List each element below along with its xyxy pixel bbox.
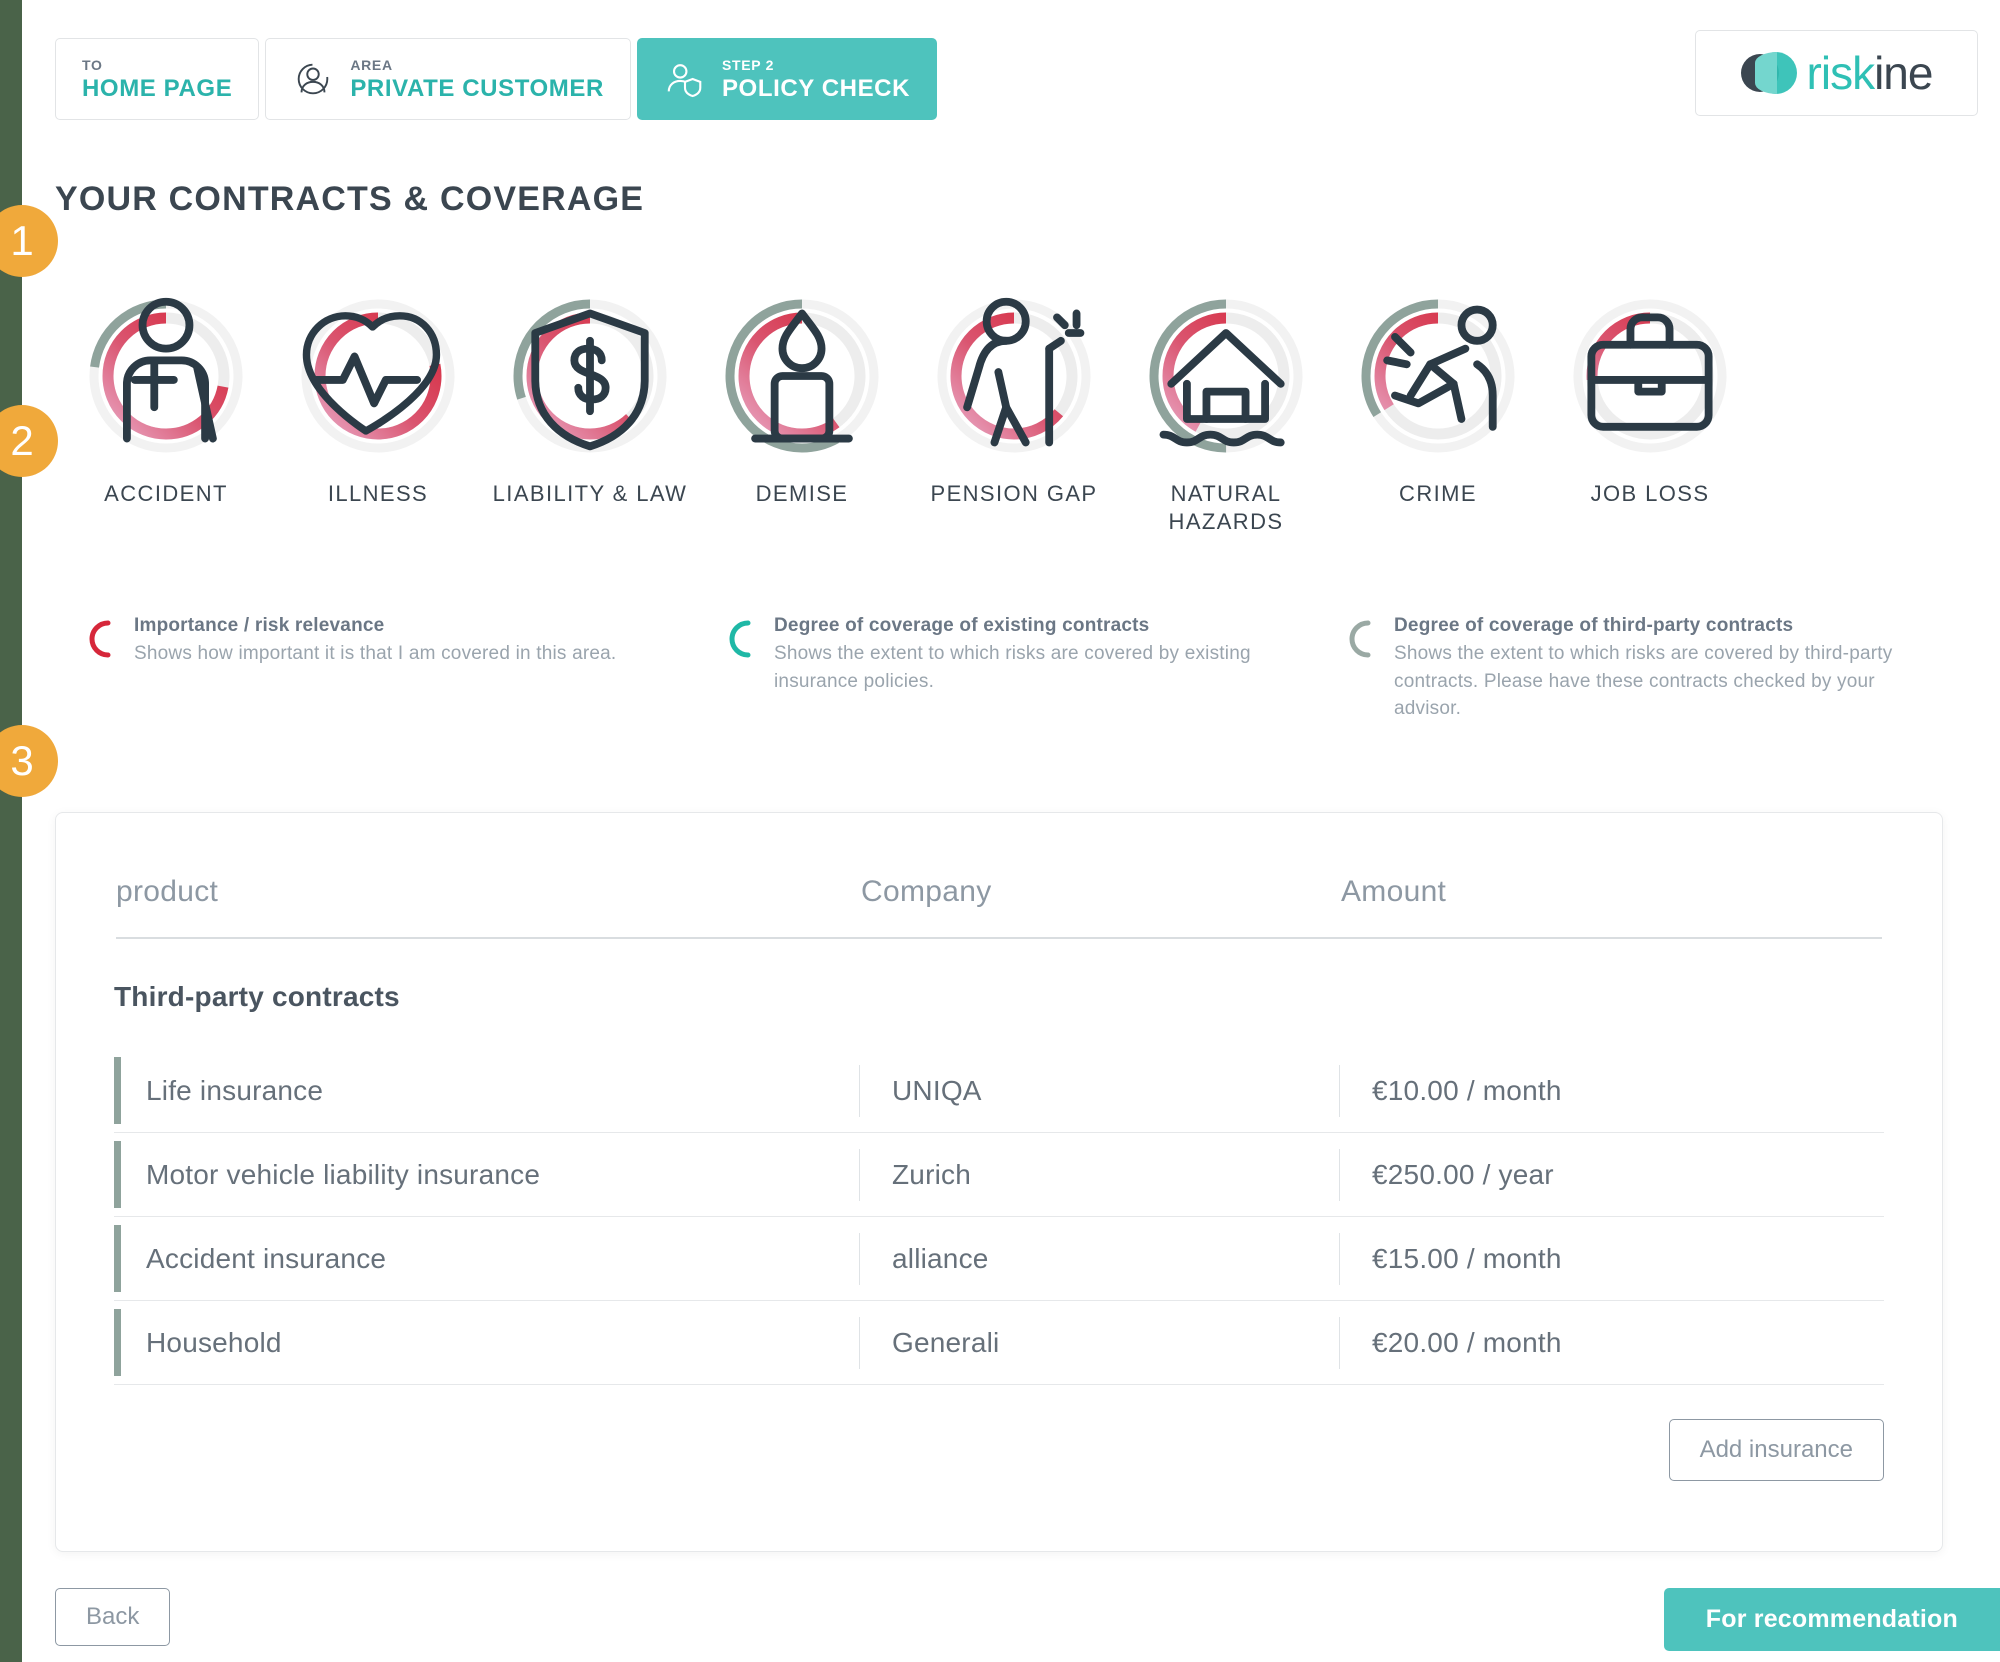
cell-company: Zurich (859, 1148, 1339, 1201)
legend-title: Degree of coverage of third-party contra… (1394, 615, 1794, 636)
table-row[interactable]: Life insurance UNIQA €10.00 / month (114, 1049, 1884, 1133)
gauge-legend: Importance / risk relevance Shows how im… (82, 615, 1962, 723)
shield-paragraph-icon (504, 290, 676, 462)
cell-product: Accident insurance (146, 1242, 387, 1274)
gauge-label: CRIME (1399, 481, 1477, 506)
step-marker-1: 1 (0, 205, 58, 277)
riskine-logo[interactable]: riskine (1695, 30, 1978, 116)
gauge-ring (292, 290, 464, 462)
row-accent-bar (114, 1057, 121, 1124)
risk-gauge-liability-law[interactable]: LIABILITY & LAW (484, 290, 696, 508)
legend-title: Degree of coverage of existing contracts (774, 615, 1150, 636)
cell-company: UNIQA (859, 1064, 1339, 1117)
back-button[interactable]: Back (55, 1588, 171, 1646)
person-icon (292, 58, 334, 100)
gauge-label: NATURAL HAZARDS (1168, 481, 1284, 534)
logo-text-part2: ine (1874, 47, 1933, 99)
gauge-label: DEMISE (755, 481, 849, 506)
gauge-label: ACCIDENT (104, 481, 228, 506)
gauge-label: PENSION GAP (930, 481, 1098, 506)
risk-gauge-illness[interactable]: ILLNESS (272, 290, 484, 508)
breadcrumb-item-policy-check[interactable]: STEP 2 POLICY CHECK (636, 38, 938, 120)
riskine-logo-icon (1740, 50, 1797, 96)
burglar-icon (1352, 290, 1524, 462)
table-row[interactable]: Accident insurance alliance €15.00 / mon… (114, 1217, 1884, 1301)
gauge-label: ILLNESS (327, 481, 429, 506)
cell-product: Household (146, 1326, 282, 1358)
gauge-ring (1352, 290, 1524, 462)
gauge-label: JOB LOSS (1590, 481, 1710, 506)
logo-text-part1: risk (1806, 47, 1876, 99)
breadcrumb-main-label: POLICY CHECK (721, 74, 911, 102)
cell-amount: €10.00 / month (1339, 1064, 1884, 1117)
breadcrumb: TO HOME PAGE AREA PRIVATE CUSTOMER STEP … (55, 38, 943, 120)
legend-title: Importance / risk relevance (134, 615, 385, 636)
risk-gauge-demise[interactable]: DEMISE (696, 290, 908, 508)
step-marker-2: 2 (0, 405, 58, 477)
flooded-house-icon (1140, 290, 1312, 462)
risk-gauge-natural-hazards[interactable]: NATURAL HAZARDS (1120, 290, 1332, 535)
column-header-amount: Amount (1341, 875, 1447, 908)
cell-company: Generali (859, 1316, 1339, 1369)
step-marker-3: 3 (0, 725, 58, 797)
table-row[interactable]: Household Generali €20.00 / month (114, 1301, 1884, 1385)
contracts-card: product Company Amount Third-party contr… (55, 812, 1943, 1552)
risk-gauge-job-loss[interactable]: JOB LOSS (1544, 290, 1756, 508)
breadcrumb-item-private-customer[interactable]: AREA PRIVATE CUSTOMER (265, 38, 631, 120)
legend-item-existing-coverage: Degree of coverage of existing contracts… (722, 615, 1342, 723)
risk-gauge-row: ACCIDENT ILLNESS LIABILITY & LAW DEMISE … (60, 290, 1960, 535)
gauge-ring (504, 290, 676, 462)
cell-amount: €15.00 / month (1339, 1232, 1884, 1285)
risk-gauge-pension-gap[interactable]: PENSION GAP (908, 290, 1120, 508)
risk-gauge-accident[interactable]: ACCIDENT (60, 290, 272, 508)
breadcrumb-sub-label: TO (82, 56, 103, 73)
add-insurance-button[interactable]: Add insurance (1668, 1419, 1884, 1481)
gauge-label: LIABILITY & LAW (492, 481, 688, 506)
table-row[interactable]: Motor vehicle liability insurance Zurich… (114, 1133, 1884, 1217)
legend-item-importance: Importance / risk relevance Shows how im… (82, 615, 722, 723)
arc-red-icon (82, 617, 116, 666)
legend-description: Shows the extent to which risks are cove… (1394, 643, 1893, 720)
person-injured-icon (80, 290, 252, 462)
table-header-row: product Company Amount (56, 813, 1942, 909)
gauge-ring (80, 290, 252, 462)
gauge-ring (928, 290, 1100, 462)
breadcrumb-main-label: HOME PAGE (82, 74, 233, 102)
for-recommendation-button[interactable]: For recommendation (1663, 1588, 2000, 1651)
legend-description: Shows the extent to which risks are cove… (774, 643, 1251, 692)
risk-gauge-crime[interactable]: CRIME (1332, 290, 1544, 508)
cell-product: Motor vehicle liability insurance (146, 1158, 541, 1190)
gauge-ring (716, 290, 888, 462)
contracts-table-body: Life insurance UNIQA €10.00 / month Moto… (114, 1049, 1884, 1385)
cell-product: Life insurance (146, 1074, 324, 1106)
row-accent-bar (114, 1225, 121, 1292)
heart-pulse-icon (292, 290, 464, 462)
breadcrumb-sub-label: AREA (350, 56, 393, 73)
arc-gray-icon (1342, 617, 1376, 666)
breadcrumb-item-home-page[interactable]: TO HOME PAGE (55, 38, 260, 120)
candle-icon (716, 290, 888, 462)
row-accent-bar (114, 1141, 121, 1208)
gauge-ring (1140, 290, 1312, 462)
legend-item-third-party-coverage: Degree of coverage of third-party contra… (1342, 615, 1902, 723)
elderly-person-icon (928, 290, 1100, 462)
legend-description: Shows how important it is that I am cove… (134, 643, 617, 664)
person-shield-icon (664, 58, 706, 100)
breadcrumb-sub-label: STEP 2 (721, 56, 775, 73)
cell-company: alliance (859, 1232, 1339, 1285)
column-header-product: product (116, 875, 219, 908)
row-accent-bar (114, 1309, 121, 1376)
policy-check-page: TO HOME PAGE AREA PRIVATE CUSTOMER STEP … (0, 0, 2000, 1662)
contract-group-title: Third-party contracts (114, 981, 400, 1012)
briefcase-icon (1564, 290, 1736, 462)
page-title: YOUR CONTRACTS & COVERAGE (55, 180, 645, 218)
arc-teal-icon (722, 617, 756, 666)
gauge-ring (1564, 290, 1736, 462)
cell-amount: €250.00 / year (1339, 1148, 1884, 1201)
logo-wordmark: riskine (1806, 46, 1934, 100)
column-header-company: Company (861, 875, 992, 908)
breadcrumb-main-label: PRIVATE CUSTOMER (350, 74, 604, 102)
cell-amount: €20.00 / month (1339, 1316, 1884, 1369)
